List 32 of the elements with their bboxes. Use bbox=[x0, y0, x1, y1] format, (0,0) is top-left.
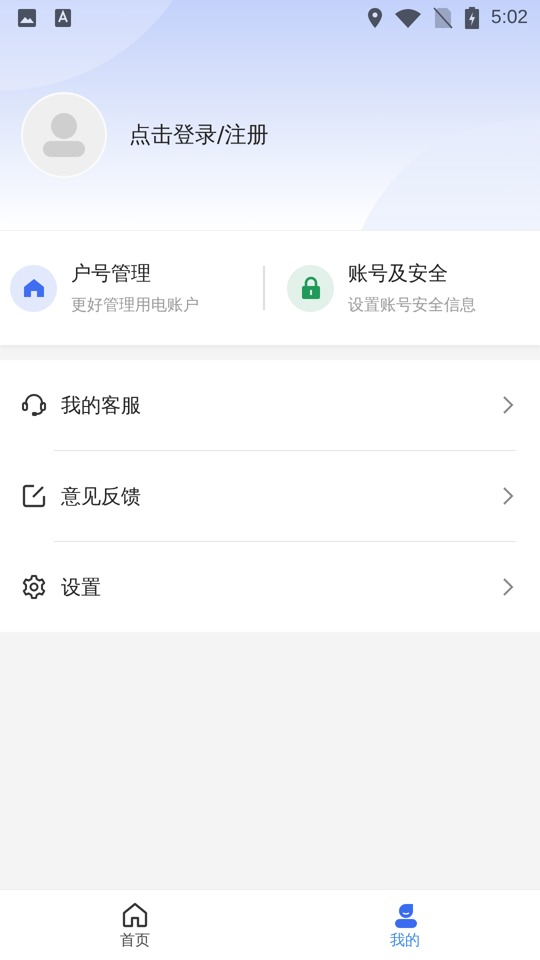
battery-icon bbox=[465, 7, 480, 29]
sim-icon bbox=[433, 7, 454, 29]
menu-label: 意见反馈 bbox=[61, 482, 142, 510]
chevron-icon bbox=[502, 577, 514, 597]
quick-card[interactable]: 户号管理 更好管理用电账户 bbox=[0, 260, 263, 316]
edit-icon bbox=[21, 483, 47, 509]
quick-card[interactable]: 账号及安全 设置账号安全信息 bbox=[277, 260, 540, 316]
wifi-icon bbox=[395, 8, 422, 28]
headset-icon bbox=[21, 392, 47, 418]
card-title: 户号管理 bbox=[71, 260, 152, 287]
card-title: 账号及安全 bbox=[348, 260, 449, 287]
avatar[interactable] bbox=[21, 92, 107, 178]
menu-item[interactable]: 设置 bbox=[0, 542, 540, 632]
house-icon bbox=[10, 264, 57, 312]
tab[interactable]: 首页 bbox=[0, 890, 270, 960]
menu-label: 设置 bbox=[61, 574, 102, 600]
menu-label: 我的客服 bbox=[61, 392, 142, 418]
settings-icon bbox=[21, 574, 47, 600]
keyboard-icon bbox=[55, 8, 71, 28]
menu-item[interactable]: 意见反馈 bbox=[0, 451, 540, 541]
card-subtitle: 设置账号安全信息 bbox=[348, 295, 476, 316]
location-icon bbox=[367, 7, 384, 29]
chevron-icon bbox=[502, 395, 514, 415]
card-subtitle: 更好管理用电账户 bbox=[71, 295, 199, 316]
login-link[interactable]: 点击登录/注册 bbox=[129, 120, 268, 150]
tab[interactable]: 我的 bbox=[270, 890, 540, 960]
menu-item[interactable]: 我的客服 bbox=[0, 360, 540, 450]
image-icon bbox=[17, 8, 37, 28]
home-icon bbox=[121, 900, 149, 928]
status-time: 5:02 bbox=[491, 7, 528, 29]
chevron-icon bbox=[502, 486, 514, 506]
padlock-icon bbox=[287, 264, 334, 312]
